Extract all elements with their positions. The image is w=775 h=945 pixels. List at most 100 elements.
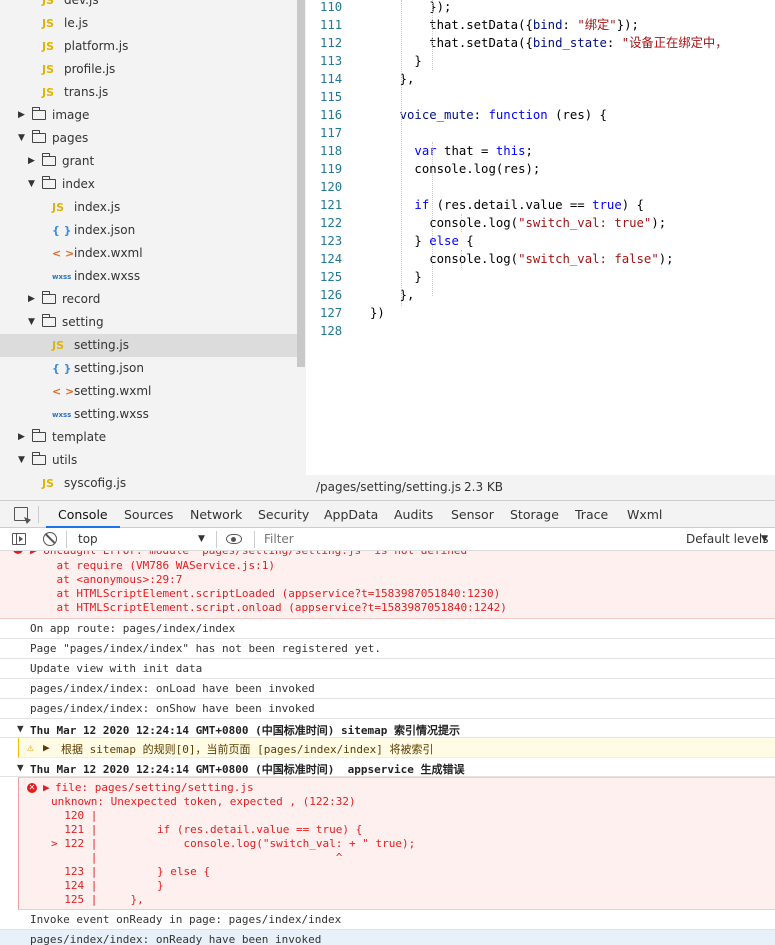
chevron-down-icon[interactable]: ▼ <box>28 173 35 196</box>
error-icon: ✕ <box>13 551 23 554</box>
tree-item-template[interactable]: ▶ template <box>0 426 297 449</box>
tree-item-index-wxml[interactable]: < > index.wxml <box>0 242 297 265</box>
chevron-down-icon[interactable]: ▼ <box>28 311 35 334</box>
tree-item-record[interactable]: ▶ record <box>0 288 297 311</box>
tree-item-syscofig-js[interactable]: JS syscofig.js <box>0 472 297 495</box>
console-group: ▼ Thu Mar 12 2020 12:24:14 GMT+0800 (中国标准… <box>0 758 775 777</box>
tree-item-trans-js[interactable]: JS trans.js <box>0 81 297 104</box>
folder-open-icon <box>31 452 46 465</box>
tree-item-image[interactable]: ▶ image <box>0 104 297 127</box>
error-detail: 123 | } else { <box>51 865 210 878</box>
console-log: Invoke event onReady in page: pages/inde… <box>0 910 775 930</box>
code-line[interactable]: 112 that.setData({bind_state: "设备正在绑定中， <box>306 34 775 52</box>
tab-sources[interactable]: Sources <box>124 501 173 528</box>
group-title: Thu Mar 12 2020 12:24:14 GMT+0800 (中国标准时… <box>30 724 461 737</box>
code-line[interactable]: 122 console.log("switch_val: true"); <box>306 214 775 232</box>
code-line[interactable]: 114 }, <box>306 70 775 88</box>
tab-wxml[interactable]: Wxml <box>627 501 662 528</box>
js-file-icon: JS <box>42 477 55 490</box>
chevron-right-icon[interactable]: ▶ <box>18 104 25 127</box>
line-number: 123 <box>320 234 343 248</box>
tree-item-setting[interactable]: ▼ setting <box>0 311 297 334</box>
inspect-element-icon[interactable] <box>14 507 28 521</box>
filter-input[interactable] <box>258 530 668 549</box>
tree-item-setting-wxml[interactable]: < > setting.wxml <box>0 380 297 403</box>
chevron-down-icon[interactable]: ▼ <box>18 127 25 150</box>
code-line[interactable]: 127}) <box>306 304 775 322</box>
code-line[interactable]: 123 } else { <box>306 232 775 250</box>
code-line[interactable]: 124 console.log("switch_val: false"); <box>306 250 775 268</box>
code-line[interactable]: 117 <box>306 124 775 142</box>
code-line[interactable]: 116 voice_mute: function (res) { <box>306 106 775 124</box>
chevron-right-icon[interactable]: ▶ <box>28 150 35 173</box>
chevron-down-icon[interactable]: ▼ <box>761 528 768 551</box>
code-line[interactable]: 113 } <box>306 52 775 70</box>
chevron-down-icon[interactable]: ▼ <box>198 528 205 551</box>
tree-item-profile-js[interactable]: JS profile.js <box>0 58 297 81</box>
sidebar-toggle-icon[interactable] <box>12 533 26 545</box>
console-error: ✕ ▶ Uncaught Error: module "pages/setting… <box>0 551 775 619</box>
tree-item-index-json[interactable]: { } index.json <box>0 219 297 242</box>
error-detail: unknown: Unexpected token, expected , (1… <box>51 795 356 808</box>
code-text: that.setData({bind_state: "设备正在绑定中， <box>370 36 728 50</box>
tree-item-platform-js[interactable]: JS platform.js <box>0 35 297 58</box>
chevron-right-icon[interactable]: ▶ <box>28 288 35 311</box>
file-size: 2.3 KB <box>464 480 503 494</box>
tab-sensor[interactable]: Sensor <box>451 501 494 528</box>
tree-item-dev-js[interactable]: JS dev.js <box>0 0 297 12</box>
code-line[interactable]: 126 }, <box>306 286 775 304</box>
tree-item-le-js[interactable]: JS le.js <box>0 12 297 35</box>
js-file-icon: JS <box>52 201 65 214</box>
file-tree-scrollbar[interactable] <box>297 0 305 367</box>
error-icon: ✕ <box>27 783 37 793</box>
folder-open-icon <box>41 176 56 189</box>
line-number: 118 <box>320 144 343 158</box>
tab-storage[interactable]: Storage <box>510 501 559 528</box>
tree-item-grant[interactable]: ▶ grant <box>0 150 297 173</box>
log-levels-select[interactable]: Default levels <box>686 528 768 551</box>
code-text: }) <box>370 306 385 320</box>
tab-trace[interactable]: Trace <box>575 501 608 528</box>
chevron-right-icon[interactable]: ▶ <box>18 426 25 449</box>
tree-item-pages[interactable]: ▼ pages <box>0 127 297 150</box>
line-number: 110 <box>320 0 343 14</box>
chevron-down-icon[interactable]: ▼ <box>18 449 25 472</box>
tab-console[interactable]: Console <box>46 501 120 528</box>
eye-icon[interactable] <box>226 534 242 544</box>
error-stack-line: at require (VM786 WAService.js:1) <box>30 559 276 572</box>
chevron-down-icon: ▼ <box>17 722 24 735</box>
tree-item-index-wxss[interactable]: wxss index.wxss <box>0 265 297 288</box>
tab-security[interactable]: Security <box>258 501 309 528</box>
code-line[interactable]: 115 <box>306 88 775 106</box>
tree-item-setting-js[interactable]: JS setting.js <box>0 334 297 357</box>
code-line[interactable]: 110 }); <box>306 0 775 16</box>
log-text: pages/index/index: onLoad have been invo… <box>30 682 315 695</box>
tree-item-setting-json[interactable]: { } setting.json <box>0 357 297 380</box>
tree-item-index[interactable]: ▼ index <box>0 173 297 196</box>
line-number: 113 <box>320 54 343 68</box>
tab-appdata[interactable]: AppData <box>324 501 378 528</box>
tree-item-label: trans.js <box>64 85 109 99</box>
code-editor[interactable]: 110 }); 111 that.setData({bind: "绑定"}); 11… <box>306 0 775 475</box>
code-line[interactable]: 121 if (res.detail.value == true) { <box>306 196 775 214</box>
code-text: console.log("switch_val: true"); <box>370 216 667 230</box>
error-stack-line: at HTMLScriptElement.script.onload (apps… <box>30 601 507 614</box>
code-line[interactable]: 120 <box>306 178 775 196</box>
line-number: 111 <box>320 18 343 32</box>
tree-item-setting-wxss[interactable]: wxss setting.wxss <box>0 403 297 426</box>
tree-item-label: pages <box>52 131 89 145</box>
tree-item-utils[interactable]: ▼ utils <box>0 449 297 472</box>
error-file: file: pages/setting/setting.js <box>55 781 254 794</box>
code-line[interactable]: 119 console.log(res); <box>306 160 775 178</box>
clear-console-icon[interactable] <box>43 532 57 546</box>
code-line[interactable]: 111 that.setData({bind: "绑定"}); <box>306 16 775 34</box>
tab-audits[interactable]: Audits <box>394 501 433 528</box>
code-line[interactable]: 118 var that = this; <box>306 142 775 160</box>
tree-item-label: index <box>62 177 95 191</box>
tab-network[interactable]: Network <box>190 501 242 528</box>
code-line[interactable]: 125 } <box>306 268 775 286</box>
code-line[interactable]: 128 <box>306 322 775 340</box>
tree-item-index-js[interactable]: JS index.js <box>0 196 297 219</box>
js-file-icon: JS <box>42 17 55 30</box>
context-select[interactable]: top <box>78 528 98 551</box>
